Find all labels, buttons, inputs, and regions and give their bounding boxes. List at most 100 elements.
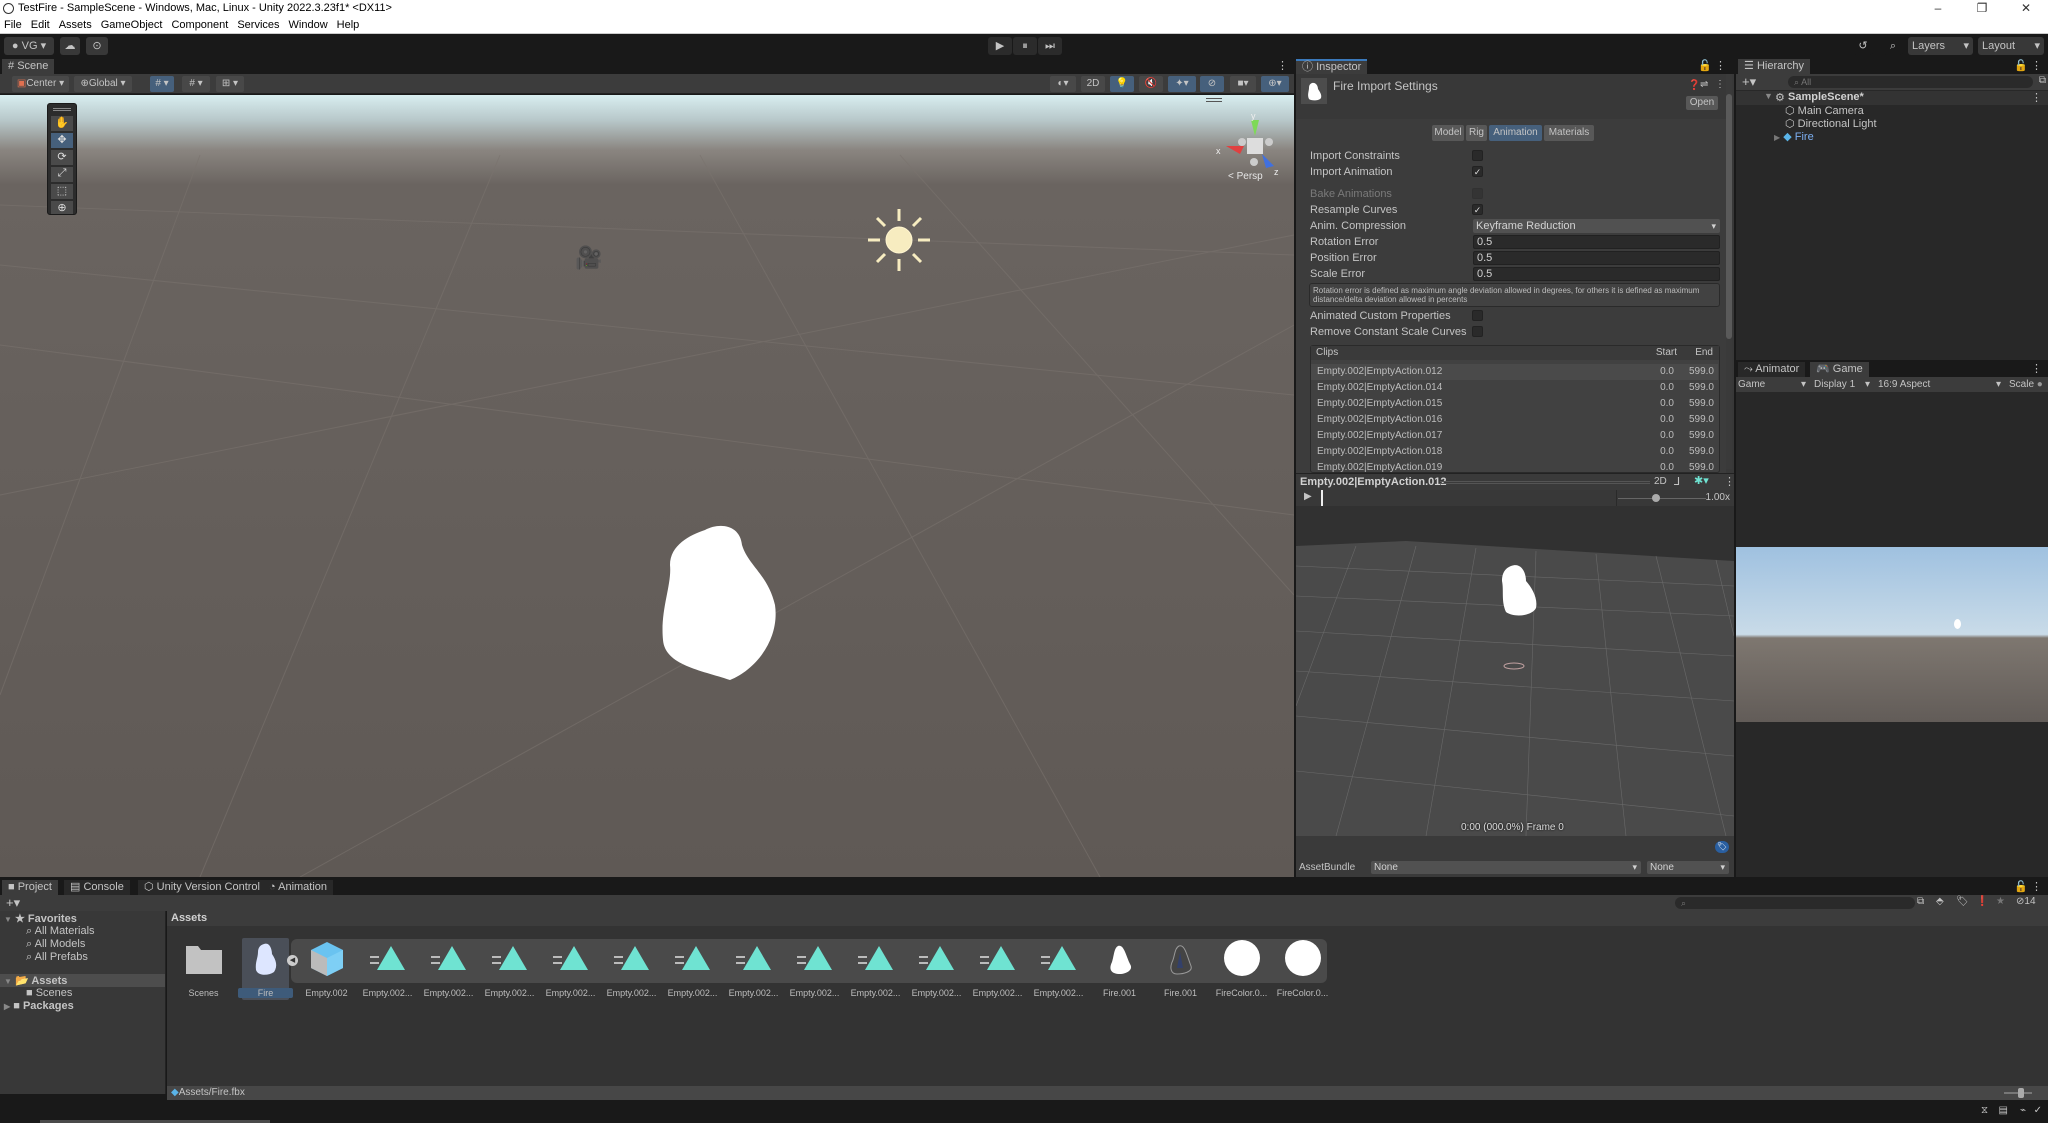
project-menu-icon[interactable]: ⋮: [2031, 880, 2042, 893]
remove-constant-scale-curves-checkbox[interactable]: [1472, 326, 1483, 337]
menu-file[interactable]: File: [4, 17, 22, 33]
filter-log-icon[interactable]: ❗: [1976, 896, 1988, 907]
scale-slider[interactable]: Scale ●: [2009, 377, 2048, 392]
asset-bundle-dropdown[interactable]: None: [1371, 861, 1641, 874]
display-dropdown[interactable]: Display 1 ▾: [1814, 377, 1872, 392]
resample-curves-checkbox[interactable]: ✓: [1472, 204, 1483, 215]
sun-gizmo-icon[interactable]: [866, 207, 932, 273]
rotate-tool[interactable]: ⟳: [51, 150, 73, 165]
scrollbar-thumb[interactable]: [1726, 94, 1732, 339]
open-button[interactable]: Open: [1686, 96, 1718, 110]
scene-menu-icon[interactable]: ⋮: [1277, 59, 1288, 72]
lock-icon[interactable]: 🔓: [2014, 59, 2028, 72]
aspect-dropdown[interactable]: 16:9 Aspect ▾: [1878, 377, 2003, 392]
clip-row[interactable]: Empty.002|EmptyAction.016 0.0 599.0: [1311, 412, 1718, 428]
projection-toggle[interactable]: < Persp: [1228, 171, 1263, 182]
sidebar-item-scenes[interactable]: ■ Scenes: [26, 987, 72, 999]
game-menu-icon[interactable]: ⋮: [2031, 362, 2042, 375]
maximize-button[interactable]: ❐: [1960, 0, 2004, 17]
hand-tool[interactable]: ✋: [51, 116, 73, 131]
expand-arrow-icon[interactable]: ▼: [1764, 91, 1773, 101]
asset-item[interactable]: Empty.002...: [485, 938, 534, 1000]
asset-item[interactable]: Empty.002...: [912, 938, 961, 1000]
asset-item[interactable]: Fire.001: [1096, 938, 1143, 1000]
audio-toggle[interactable]: 🔇: [1139, 76, 1163, 92]
asset-item[interactable]: Empty.002...: [607, 938, 656, 1000]
asset-item[interactable]: Empty.002: [303, 938, 350, 1000]
game-view-dropdown[interactable]: Game ▾: [1738, 377, 1808, 392]
lock-icon[interactable]: 🔓: [2014, 880, 2028, 893]
play-button[interactable]: ▶: [988, 37, 1012, 55]
snap-increment-button[interactable]: # ▾: [182, 76, 210, 92]
cache-icon[interactable]: ▤: [1999, 1105, 2008, 1116]
tab-animation[interactable]: ◔ Animation: [263, 880, 334, 895]
project-search-input[interactable]: ⌕: [1675, 897, 1915, 909]
asset-item[interactable]: Empty.002...: [363, 938, 412, 1000]
asset-item[interactable]: FireColor.0...: [1277, 938, 1328, 1000]
component-menu-icon[interactable]: ⋮: [1715, 79, 1725, 90]
effects-dropdown[interactable]: ✦▾: [1168, 76, 1196, 92]
asset-item[interactable]: Empty.002...: [973, 938, 1022, 1000]
tab-inspector[interactable]: ⓘ Inspector: [1296, 59, 1368, 74]
hierarchy-menu-icon[interactable]: ⋮: [2031, 59, 2042, 72]
search-button[interactable]: ⌕: [1883, 37, 1903, 55]
create-button[interactable]: +▾: [6, 895, 20, 911]
clip-row[interactable]: Empty.002|EmptyAction.012 0.0 599.0: [1311, 364, 1718, 380]
pause-button[interactable]: ⏸: [1013, 37, 1037, 55]
speed-slider[interactable]: [1618, 498, 1706, 499]
speed-slider-thumb[interactable]: [1652, 494, 1660, 502]
sidebar-assets[interactable]: ▼ 📂 Assets: [4, 974, 67, 987]
debug-icon[interactable]: ⌁: [2020, 1105, 2026, 1116]
clip-row[interactable]: Empty.002|EmptyAction.019 0.0 599.0: [1311, 460, 1718, 473]
menu-services[interactable]: Services: [237, 17, 279, 33]
tab-model[interactable]: Model: [1432, 125, 1464, 141]
fire-mesh-object[interactable]: [660, 520, 785, 685]
menu-help[interactable]: Help: [337, 17, 360, 33]
lighting-status-icon[interactable]: ✓: [2034, 1105, 2042, 1116]
asset-item[interactable]: FireColor.0...: [1216, 938, 1267, 1000]
sidebar-packages[interactable]: ▶ ■ Packages: [4, 1000, 74, 1012]
menu-window[interactable]: Window: [289, 17, 328, 33]
tab-scene[interactable]: # Scene: [2, 59, 55, 74]
close-button[interactable]: ✕: [2004, 0, 2048, 17]
visibility-toggle[interactable]: ⊘: [1200, 76, 1224, 92]
inspector-scrollbar[interactable]: [1726, 74, 1732, 469]
align-button[interactable]: ⊞ ▾: [216, 76, 244, 92]
clip-row[interactable]: Empty.002|EmptyAction.015 0.0 599.0: [1311, 396, 1718, 412]
scene-menu-icon[interactable]: ⋮: [2031, 91, 2042, 104]
bake-animations-checkbox[interactable]: [1472, 188, 1483, 199]
preview-2d-toggle[interactable]: 2D: [1654, 476, 1667, 487]
scene-viewport[interactable]: ✋ ✥ ⟳ ⤢ ⬚ ⊕ 🎥 y x z < Persp: [0, 95, 1294, 877]
tab-console[interactable]: ▤ Console: [64, 880, 130, 895]
asset-item[interactable]: Empty.002...: [546, 938, 595, 1000]
preview-viewport[interactable]: 0:00 (000.0%) Frame 0: [1296, 506, 1734, 836]
lighting-toggle[interactable]: 💡: [1110, 76, 1134, 92]
clip-row[interactable]: Empty.002|EmptyAction.018 0.0 599.0: [1311, 444, 1718, 460]
asset-item[interactable]: Empty.002...: [668, 938, 717, 1000]
filter-label-icon[interactable]: 🏷: [1956, 896, 1969, 907]
hierarchy-item-fire[interactable]: ▶ ◆ Fire: [1774, 130, 1814, 143]
tab-hierarchy[interactable]: ☰ Hierarchy: [1738, 59, 1811, 74]
menu-edit[interactable]: Edit: [31, 17, 50, 33]
favorite-icon[interactable]: ★: [1996, 896, 2005, 907]
transform-tool[interactable]: ⊕: [51, 201, 73, 214]
expand-arrow-icon[interactable]: ▶: [1774, 133, 1780, 142]
inspector-menu-icon[interactable]: ⋮: [1715, 59, 1726, 72]
filter-type-icon[interactable]: ⬘: [1936, 896, 1944, 907]
collapse-model-button[interactable]: ◀: [287, 955, 298, 966]
drag-handle[interactable]: [53, 108, 71, 111]
preview-play-button[interactable]: ▶: [1304, 491, 1312, 502]
asset-item[interactable]: Empty.002...: [851, 938, 900, 1000]
asset-item[interactable]: Empty.002...: [1034, 938, 1083, 1000]
collab-button[interactable]: ⊙: [86, 37, 108, 55]
hierarchy-search-input[interactable]: ⌕ All: [1788, 76, 2033, 88]
menu-assets[interactable]: Assets: [59, 17, 92, 33]
asset-item[interactable]: Empty.002...: [424, 938, 473, 1000]
orientation-gizmo[interactable]: y x z: [1214, 110, 1284, 180]
tab-materials[interactable]: Materials: [1544, 125, 1594, 141]
asset-item[interactable]: Fire: [238, 938, 293, 1000]
sidebar-favorites[interactable]: ▼ ★ Favorites: [4, 912, 77, 925]
hidden-packages-toggle[interactable]: ⊘14: [2016, 896, 2036, 907]
layers-dropdown[interactable]: Layers ▾: [1908, 37, 1973, 55]
camera-gizmo-icon[interactable]: 🎥: [575, 245, 602, 271]
